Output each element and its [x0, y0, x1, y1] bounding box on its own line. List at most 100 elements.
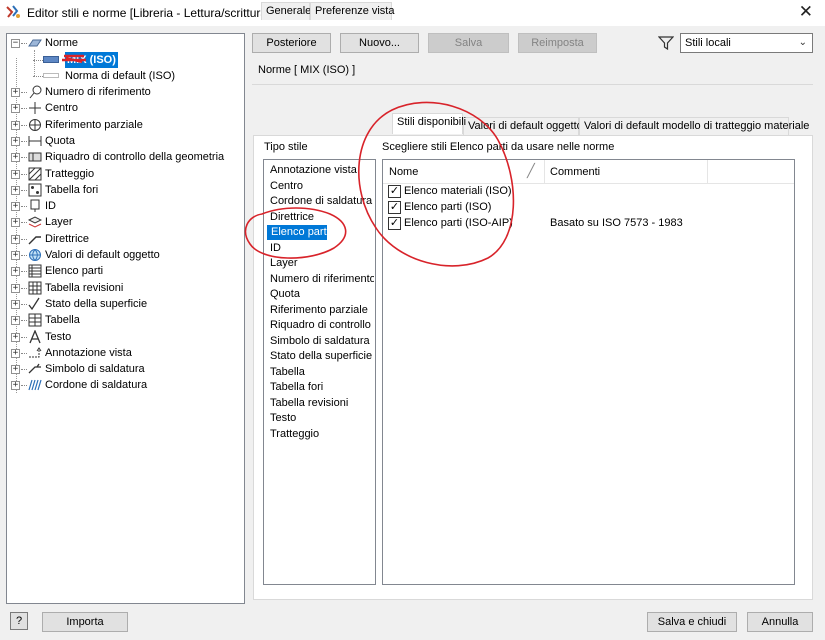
expand-icon[interactable]: +	[11, 234, 20, 244]
filter-icon[interactable]	[658, 35, 674, 51]
tree-item-mix-iso[interactable]: MIX (ISO)	[29, 52, 239, 68]
tree-item-numero-di-riferimento[interactable]: + Numero di riferimento	[11, 84, 243, 100]
expand-icon[interactable]: +	[11, 218, 20, 228]
style-filter-dropdown[interactable]: Stili locali ⌄	[680, 33, 813, 53]
style-type-item[interactable]: Quota	[266, 287, 374, 302]
expand-icon[interactable]: +	[11, 365, 20, 375]
standard-icon	[28, 39, 42, 47]
style-type-item[interactable]: Testo	[266, 411, 374, 426]
tab-general[interactable]: Generale	[261, 2, 311, 20]
back-button[interactable]: Posteriore	[252, 33, 331, 53]
style-type-item[interactable]: Simbolo di saldatura	[266, 334, 374, 349]
column-header-comments[interactable]: Commenti	[550, 166, 600, 178]
grid-row[interactable]: ✓ Elenco materiali (ISO)	[383, 184, 794, 200]
expand-icon[interactable]: +	[11, 299, 20, 309]
tree-item-label: Annotazione vista	[45, 346, 132, 359]
dimension-icon	[28, 135, 42, 146]
tree-item-label: Simbolo di saldatura	[45, 363, 145, 376]
style-type-item[interactable]: Direttrice	[266, 210, 374, 225]
expand-icon[interactable]: +	[11, 202, 20, 212]
tree-item-layer[interactable]: + Layer	[11, 214, 243, 230]
close-icon[interactable]: ✕	[799, 3, 813, 21]
tree-item-tabella[interactable]: + Tabella	[11, 312, 243, 328]
styles-tree[interactable]: − Norme MIX (ISO) Norma di default (ISO)…	[6, 33, 245, 604]
tree-item-id[interactable]: + ID	[11, 198, 243, 214]
style-type-item[interactable]: Cordone di saldatura	[266, 194, 374, 209]
tree-item-default-standard[interactable]: Norma di default (ISO)	[29, 68, 239, 84]
expand-icon[interactable]: +	[11, 283, 20, 293]
expand-icon[interactable]: +	[11, 267, 20, 277]
reset-button[interactable]: Reimposta	[518, 33, 597, 53]
tab-hatch-pattern-defaults[interactable]: Valori di default modello di tratteggio …	[579, 117, 809, 135]
style-checkbox[interactable]: ✓	[388, 217, 401, 230]
tab-view-preferences[interactable]: Preferenze vista	[310, 2, 394, 20]
style-type-list[interactable]: Annotazione vista Centro Cordone di saldat…	[263, 159, 376, 585]
style-type-item[interactable]: Numero di riferimento	[266, 272, 374, 287]
tree-item-riquadro-di-controllo-della-geometria[interactable]: + Riquadro di controllo della geometria	[11, 149, 243, 165]
expand-icon[interactable]: +	[11, 316, 20, 326]
tree-item-valori-di-default-oggetto[interactable]: + Valori di default oggetto	[11, 247, 243, 263]
tree-item-elenco-parti[interactable]: + Elenco parti	[11, 263, 243, 279]
grid-row[interactable]: ✓ Elenco parti (ISO) Basato su ISO 7573 - …	[383, 200, 794, 229]
tree-item-testo[interactable]: + Testo	[11, 329, 243, 345]
save-and-close-button[interactable]: Salva e chiudi	[647, 612, 737, 632]
column-header-name[interactable]: Nome	[389, 166, 418, 178]
style-type-item[interactable]: Riferimento parziale	[266, 303, 374, 318]
expand-icon[interactable]: +	[11, 169, 20, 179]
app-logo-icon	[6, 5, 20, 18]
tree-item-label: Direttrice	[45, 232, 90, 245]
style-type-item[interactable]: Tabella	[266, 365, 374, 380]
style-type-item[interactable]: Annotazione vista	[266, 163, 374, 178]
tree-item-stato-della-superficie[interactable]: + Stato della superficie	[11, 296, 243, 312]
style-type-item[interactable]: Layer	[266, 256, 374, 271]
styles-grid[interactable]: Nome ╱ Commenti ✓ Elenco materiali (ISO) ✓…	[382, 159, 795, 585]
style-type-item[interactable]: Riquadro di controllo ...	[266, 318, 374, 333]
expand-icon[interactable]: +	[11, 153, 20, 163]
expand-icon[interactable]: +	[11, 348, 20, 358]
tree-item-tabella-fori[interactable]: + Tabella fori	[11, 182, 243, 198]
tree-root-standards[interactable]: − Norme	[11, 35, 241, 51]
expand-icon[interactable]: +	[11, 251, 20, 260]
tab-available-styles[interactable]: Stili disponibili	[392, 113, 466, 134]
tree-item-direttrice[interactable]: + Direttrice	[11, 231, 243, 247]
chevron-down-icon: ⌄	[798, 37, 807, 48]
help-button[interactable]: ?	[10, 612, 28, 630]
expand-icon[interactable]: +	[11, 381, 20, 391]
expand-icon[interactable]: +	[11, 136, 20, 146]
tree-item-centro[interactable]: + Centro	[11, 100, 243, 116]
collapse-icon[interactable]: −	[11, 39, 20, 48]
tree-item-riferimento-parziale[interactable]: + Riferimento parziale	[11, 117, 243, 133]
table-icon	[28, 313, 42, 327]
tab-object-defaults[interactable]: Valori di default oggetto	[463, 117, 583, 135]
style-type-item[interactable]: Tabella fori	[266, 380, 374, 395]
style-type-item[interactable]: Tratteggio	[266, 427, 374, 442]
expand-icon[interactable]: +	[11, 88, 20, 97]
tree-item-label: Riquadro di controllo della geometria	[45, 151, 225, 164]
tree-item-simbolo-di-saldatura[interactable]: + Simbolo di saldatura	[11, 361, 243, 377]
style-checkbox[interactable]: ✓	[388, 185, 401, 198]
cancel-button[interactable]: Annulla	[747, 612, 813, 632]
tree-item-quota[interactable]: + Quota	[11, 133, 243, 149]
expand-icon[interactable]: +	[11, 104, 20, 114]
tree-item-annotazione-vista[interactable]: + Annotazione vista	[11, 345, 243, 361]
style-type-item[interactable]: Elenco parti	[267, 225, 327, 240]
expand-icon[interactable]: +	[11, 332, 20, 342]
style-checkbox[interactable]: ✓	[388, 201, 401, 214]
style-type-item[interactable]: Stato della superficie	[266, 349, 374, 364]
style-type-item[interactable]: Centro	[266, 179, 374, 194]
tree-item-label: Valori di default oggetto	[45, 249, 160, 261]
expand-icon[interactable]: +	[11, 120, 20, 130]
style-type-item[interactable]: ID	[266, 241, 374, 256]
import-button[interactable]: Importa	[42, 612, 128, 632]
style-name: Elenco parti (ISO)	[404, 201, 492, 213]
tree-item-tratteggio[interactable]: + Tratteggio	[11, 166, 243, 182]
save-button[interactable]: Salva	[428, 33, 509, 53]
expand-icon[interactable]: +	[11, 185, 20, 195]
new-button[interactable]: Nuovo...	[340, 33, 419, 53]
style-name: Elenco materiali (ISO)	[404, 185, 512, 197]
tree-item-tabella-revisioni[interactable]: + Tabella revisioni	[11, 280, 243, 296]
id-icon	[30, 199, 40, 213]
grid-row[interactable]: ✓ Elenco parti (ISO-AIP)	[383, 216, 794, 232]
style-type-item[interactable]: Tabella revisioni	[266, 396, 374, 411]
tree-item-cordone-di-saldatura[interactable]: + Cordone di saldatura	[11, 377, 243, 393]
